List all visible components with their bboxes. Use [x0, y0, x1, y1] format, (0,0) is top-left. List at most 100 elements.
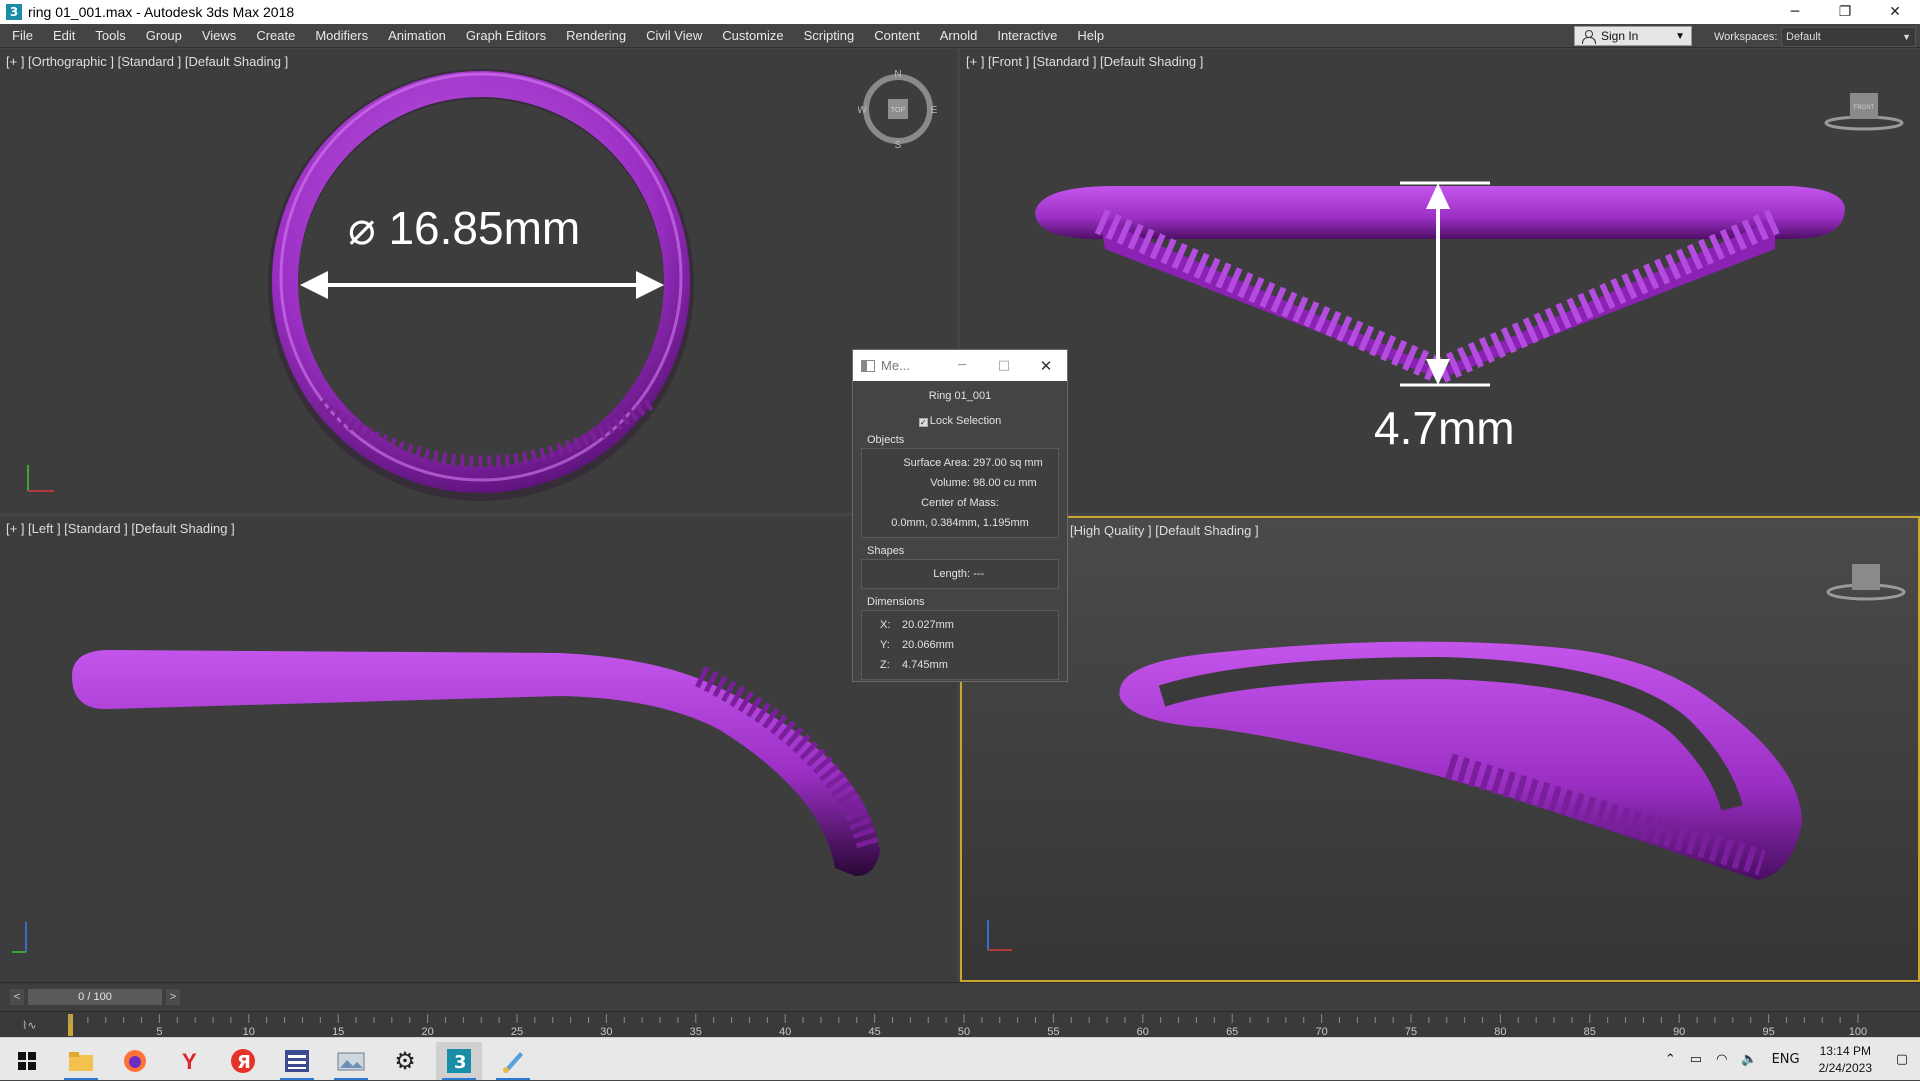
viewport-perspective[interactable]: [High Quality ] [Default Shading ]	[960, 516, 1920, 982]
battery-icon[interactable]: ▭	[1690, 1052, 1702, 1067]
taskbar-app-calendar[interactable]	[274, 1042, 320, 1080]
taskbar-file-explorer[interactable]	[58, 1042, 104, 1080]
dim-x-value: 20.027mm	[902, 619, 954, 631]
workspaces-label: Workspaces:	[1714, 31, 1778, 43]
taskbar-settings[interactable]: ⚙	[382, 1042, 428, 1080]
close-button[interactable]: ✕	[1870, 0, 1920, 24]
menu-arnold[interactable]: Arnold	[930, 24, 988, 48]
menu-customize[interactable]: Customize	[712, 24, 793, 48]
windows-taskbar: Y Я ⚙ 3 ⌃ ▭ ◠ 🔈 ENG 13:14 PM 2/24/2023 ▢	[0, 1037, 1920, 1080]
height-annotation: 4.7mm	[1374, 402, 1515, 454]
menu-views[interactable]: Views	[192, 24, 246, 48]
speaker-icon[interactable]: 🔈	[1741, 1052, 1757, 1067]
clock[interactable]: 13:14 PM 2/24/2023	[1819, 1043, 1872, 1077]
dialog-maximize-button[interactable]: □	[983, 358, 1025, 373]
taskbar-yandex[interactable]: Я	[220, 1042, 266, 1080]
viewcube-front-label: FRONT	[1854, 105, 1875, 111]
gear-icon: ⚙	[394, 1047, 416, 1075]
checkbox-icon: ✓	[918, 418, 928, 427]
menu-group[interactable]: Group	[136, 24, 192, 48]
user-icon	[1581, 29, 1596, 44]
dim-z-label: Z:	[880, 659, 890, 671]
time-next-button[interactable]: >	[166, 989, 180, 1005]
language-indicator[interactable]: ENG	[1772, 1052, 1800, 1067]
svg-text:Y: Y	[182, 1049, 197, 1074]
menu-file[interactable]: File	[0, 24, 43, 48]
taskbar-firefox[interactable]	[112, 1042, 158, 1080]
3dsmax-app-icon: 3	[6, 4, 22, 20]
3dsmax-icon: 3	[447, 1049, 471, 1073]
taskbar-yandex-browser[interactable]: Y	[166, 1042, 212, 1080]
restore-button[interactable]: ❐	[1820, 0, 1870, 24]
sign-in-label: Sign In	[1601, 29, 1639, 43]
measured-object-name: Ring 01_001	[928, 390, 992, 402]
windows-start-button[interactable]	[4, 1042, 50, 1080]
menu-graph-editors[interactable]: Graph Editors	[456, 24, 556, 48]
menu-create[interactable]: Create	[246, 24, 305, 48]
dimensions-group-title: Dimensions	[867, 596, 925, 608]
objects-group-title: Objects	[867, 434, 905, 446]
viewport-left[interactable]: [+ ] [Left ] [Standard ] [Default Shadin…	[0, 516, 957, 982]
viewcube-perspective[interactable]	[1826, 554, 1906, 604]
taskbar-paint[interactable]	[490, 1042, 536, 1080]
taskbar-3dsmax[interactable]: 3	[436, 1042, 482, 1080]
paint-brush-icon	[503, 1052, 523, 1073]
surface-area-label: Surface Area:	[903, 457, 970, 469]
objects-group: Surface Area: 297.00 sq mm Volume: 98.00…	[861, 448, 1059, 538]
menu-animation[interactable]: Animation	[378, 24, 456, 48]
menu-edit[interactable]: Edit	[43, 24, 85, 48]
center-of-mass-label: Center of Mass:	[921, 497, 999, 509]
menu-content[interactable]: Content	[864, 24, 930, 48]
dialog-minimize-button[interactable]: ─	[941, 358, 983, 373]
menu-tools[interactable]: Tools	[85, 24, 135, 48]
menu-help[interactable]: Help	[1067, 24, 1114, 48]
title-bar: 3 ring 01_001.max - Autodesk 3ds Max 201…	[0, 0, 1920, 24]
yandex-icon: Я	[231, 1049, 255, 1073]
compass-e-label: E	[931, 105, 938, 116]
menu-civil-view[interactable]: Civil View	[636, 24, 712, 48]
track-bar[interactable]: ⌇∿ 5 10 15 20 25 30 35 40 45 50 55 60 65 70 75 80 85 90 95…	[0, 1011, 1920, 1038]
wifi-icon[interactable]: ◠	[1716, 1052, 1727, 1067]
measure-dialog: Me... ─ □ ✕ Ring 01_001 ✓ Lock Selection …	[852, 349, 1068, 682]
time-prev-button[interactable]: <	[10, 989, 24, 1005]
compass-n-label: N	[894, 69, 901, 80]
notification-icon[interactable]: ▢	[1884, 1052, 1920, 1067]
minimize-button[interactable]: ─	[1770, 0, 1820, 24]
measure-titlebar[interactable]: Me... ─ □ ✕	[853, 350, 1067, 381]
volume-value: 98.00 cu mm	[973, 477, 1037, 489]
compass-w-label: W	[858, 105, 867, 116]
svg-text:3: 3	[454, 1052, 467, 1073]
menu-rendering[interactable]: Rendering	[556, 24, 636, 48]
viewport-orthographic[interactable]: [+ ] [Orthographic ] [Standard ] [Defaul…	[0, 49, 957, 513]
ring-perspective-view	[1119, 641, 1802, 880]
lock-selection-label: Lock Selection	[929, 415, 1002, 427]
image-viewer-icon	[337, 1052, 365, 1071]
menu-interactive[interactable]: Interactive	[987, 24, 1067, 48]
dialog-icon	[861, 359, 875, 372]
system-tray: ⌃ ▭ ◠ 🔈 ENG 13:14 PM 2/24/2023 ▢	[1658, 1038, 1920, 1081]
track-ruler: 5 10 15 20 25 30 35 40 45 50 55 60 65 70 75 80 85 90 95 100	[69, 1014, 1867, 1038]
lock-selection-checkbox[interactable]: ✓ Lock Selection	[853, 415, 1067, 427]
dimensions-group: X: 20.027mm Y: 20.066mm Z: 4.745mm	[861, 610, 1059, 680]
dialog-close-button[interactable]: ✕	[1025, 357, 1067, 375]
chevron-up-icon[interactable]: ⌃	[1665, 1052, 1676, 1067]
ring-left-view	[72, 650, 880, 877]
clock-date: 2/24/2023	[1818, 1060, 1872, 1075]
length-value: ---	[973, 568, 985, 580]
volume-label: Volume:	[930, 477, 970, 489]
shapes-group: Length: ---	[861, 559, 1059, 589]
taskbar-photos[interactable]	[328, 1042, 374, 1080]
menu-scripting[interactable]: Scripting	[794, 24, 865, 48]
viewcube-front[interactable]: FRONT	[1824, 85, 1904, 135]
clock-time: 13:14 PM	[1819, 1043, 1871, 1058]
dim-z-value: 4.745mm	[902, 659, 948, 671]
workspaces-dropdown[interactable]: Default ▼	[1781, 27, 1916, 47]
time-slider[interactable]: 0 / 100	[28, 989, 162, 1005]
compass-gizmo[interactable]: TOP N S E W	[858, 69, 938, 149]
length-label: Length:	[933, 568, 970, 580]
menu-modifiers[interactable]: Modifiers	[305, 24, 378, 48]
svg-text:Я: Я	[237, 1052, 251, 1073]
chevron-down-icon: ▼	[1675, 30, 1685, 42]
viewport-front[interactable]: [+ ] [Front ] [Standard ] [Default Shadi…	[960, 49, 1920, 513]
sign-in-button[interactable]: Sign In ▼	[1574, 26, 1692, 46]
